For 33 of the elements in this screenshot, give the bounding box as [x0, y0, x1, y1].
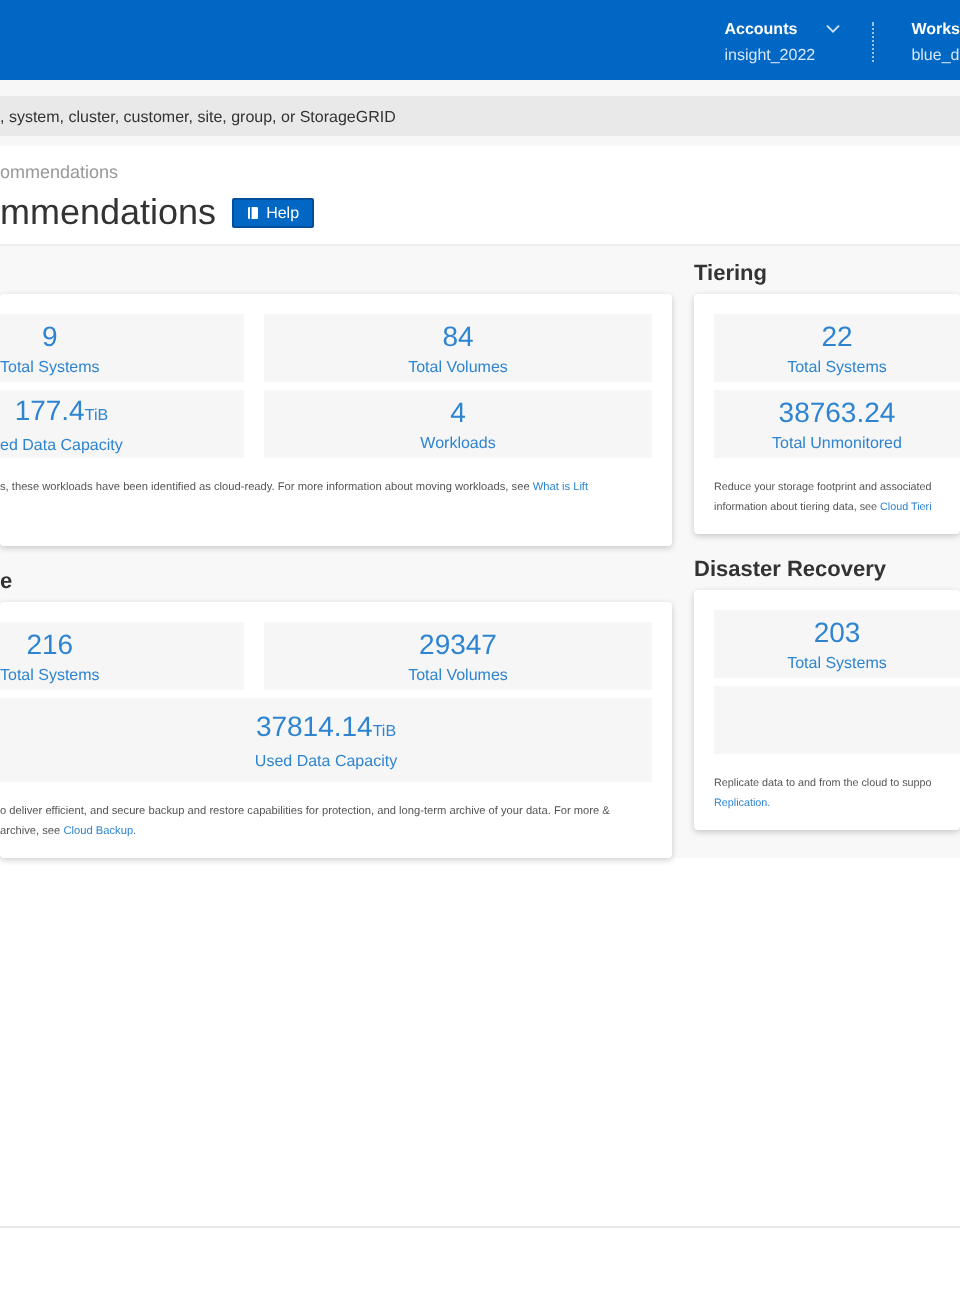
- section-title: Tiering: [694, 262, 767, 286]
- stat-label: Workloads: [420, 434, 496, 452]
- stat-value: 203: [811, 616, 863, 650]
- menu-label[interactable]: Accounts: [724, 20, 798, 38]
- stat-value: 22: [819, 320, 855, 354]
- stat-label: Total Systems: [0, 666, 100, 684]
- stat-value: 177.4TiB: [12, 394, 111, 430]
- stat-value: 29347: [417, 628, 499, 662]
- stat-label: Total Systems: [787, 358, 887, 376]
- help-button[interactable]: Help: [232, 198, 314, 228]
- stat-value: 9: [40, 320, 60, 354]
- page-title: mmendations: [0, 192, 217, 234]
- stat-label: Total Systems: [787, 654, 887, 672]
- stat-value: 37814.14TiB: [254, 710, 398, 746]
- section-title: e: [0, 570, 13, 594]
- search-field[interactable]: , system, cluster, customer, site, group, or StorageGRID: [0, 96, 960, 136]
- stat-value: 84: [440, 320, 476, 354]
- stat-label: Total Volumes: [408, 358, 508, 376]
- breadcrumb[interactable]: ommendations: [0, 162, 960, 182]
- stat-label: Total Volumes: [408, 666, 508, 684]
- menu-label[interactable]: Works: [911, 20, 960, 38]
- stat-value: 4: [448, 396, 468, 430]
- stat-value: 38763.24: [776, 396, 898, 430]
- menu-value: blue_d: [911, 46, 960, 64]
- stat-label: ed Data Capacity: [0, 436, 123, 454]
- stat-label: Total Systems: [0, 358, 100, 376]
- menu-value: insight_2022: [724, 46, 818, 64]
- stat-value: 216: [24, 628, 76, 662]
- stat-label: Used Data Capacity: [254, 752, 398, 770]
- chevron-down-icon[interactable]: [825, 24, 840, 34]
- book-icon: [246, 206, 261, 220]
- stat-label: Total Unmonitored: [772, 434, 902, 452]
- section-title: Disaster Recovery: [694, 558, 887, 582]
